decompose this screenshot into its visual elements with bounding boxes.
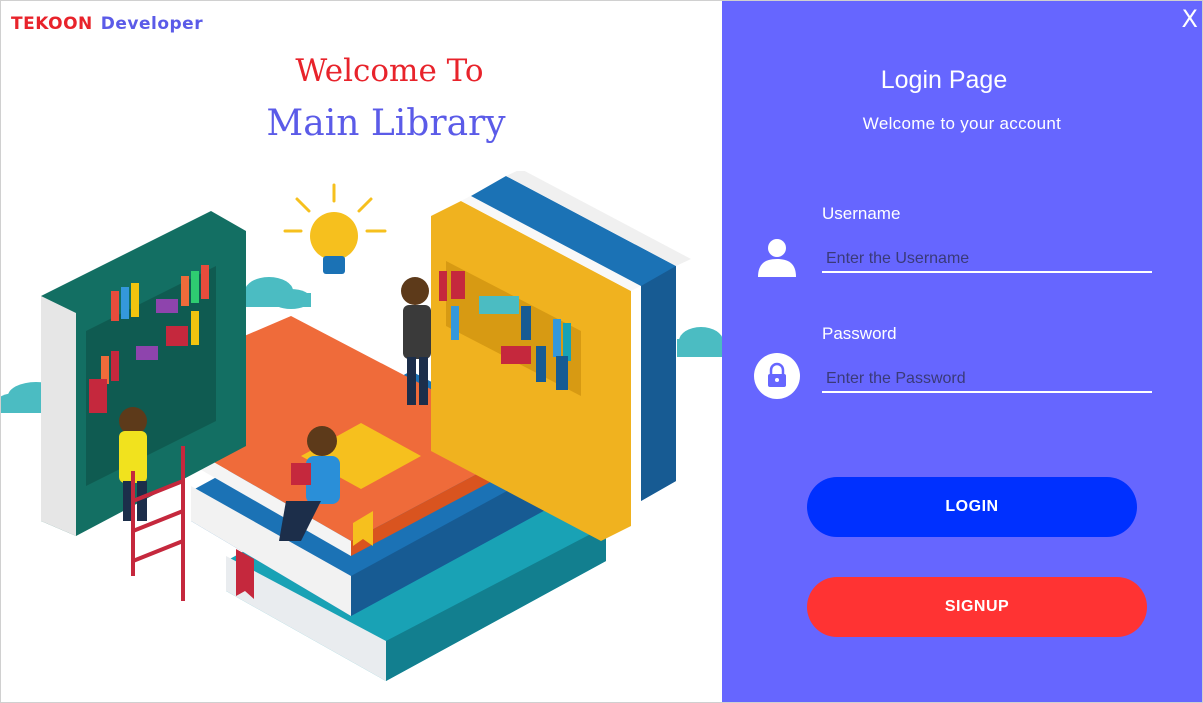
left-panel: TEKOON Developer Welcome To Main Library	[1, 1, 722, 702]
password-input[interactable]	[822, 367, 1152, 393]
user-icon	[758, 239, 796, 277]
signup-button[interactable]: SIGNUP	[807, 577, 1147, 637]
lock-icon	[754, 353, 800, 399]
brand-logo: TEKOON Developer	[11, 14, 203, 34]
welcome-heading: Welcome To	[295, 53, 484, 89]
close-button[interactable]: X	[1182, 7, 1198, 31]
brand-secondary: Developer	[100, 14, 204, 34]
password-label: Password	[822, 324, 897, 343]
library-illustration	[1, 171, 722, 681]
login-button[interactable]: LOGIN	[807, 477, 1137, 537]
login-subtitle: Welcome to your account	[862, 114, 1062, 133]
library-heading: Main Library	[266, 103, 506, 144]
login-window: TEKOON Developer Welcome To Main Library	[0, 0, 1203, 703]
login-panel: X Login Page Welcome to your account Use…	[722, 1, 1202, 702]
username-label: Username	[822, 204, 901, 223]
login-title: Login Page	[880, 66, 1008, 94]
close-icon[interactable]: X	[1182, 5, 1198, 33]
brand-primary: TEKOON	[11, 14, 93, 34]
username-input[interactable]	[822, 247, 1152, 273]
